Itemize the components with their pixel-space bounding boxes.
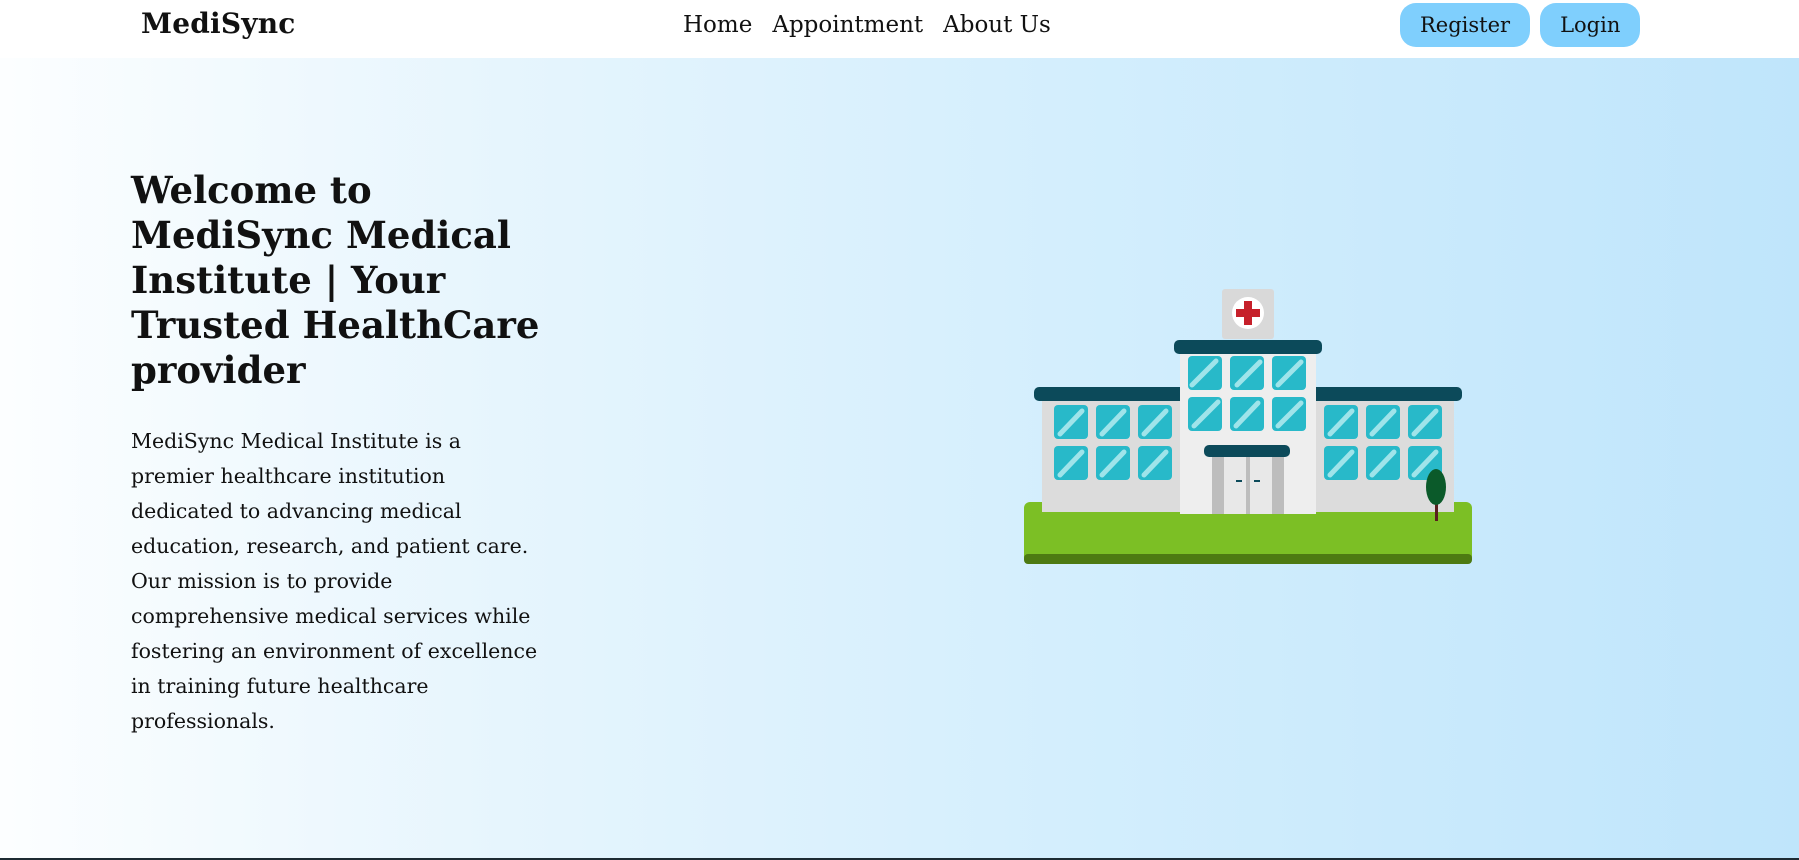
tree-icon (1426, 469, 1446, 505)
left-roof (1034, 387, 1192, 401)
auth-buttons: Register Login (1400, 3, 1641, 47)
cross-icon-horizontal (1236, 309, 1260, 317)
login-button[interactable]: Login (1540, 3, 1641, 47)
navbar: MediSync Home Appointment About Us Regis… (0, 0, 1799, 58)
entrance-door-left (1224, 457, 1246, 514)
nav-link-about-us[interactable]: About Us (943, 8, 1051, 42)
hero-title: Welcome to MediSync Medical Institute | … (131, 168, 540, 392)
entrance-door-right (1250, 457, 1272, 514)
hero-description: MediSync Medical Institute is a premier … (131, 429, 538, 733)
register-button[interactable]: Register (1400, 3, 1531, 47)
brand-logo[interactable]: MediSync (141, 4, 296, 44)
grass-shadow (1024, 554, 1472, 564)
hero-section: Welcome to MediSync Medical Institute | … (0, 58, 1799, 858)
center-roof (1174, 340, 1322, 354)
nav-link-home[interactable]: Home (683, 8, 752, 42)
entrance-door-frame (1212, 457, 1284, 514)
entrance-canopy (1204, 445, 1290, 457)
nav-link-appointment[interactable]: Appointment (772, 8, 923, 42)
nav-links: Home Appointment About Us (683, 8, 1051, 42)
hospital-illustration (1024, 289, 1472, 564)
right-roof (1304, 387, 1462, 401)
